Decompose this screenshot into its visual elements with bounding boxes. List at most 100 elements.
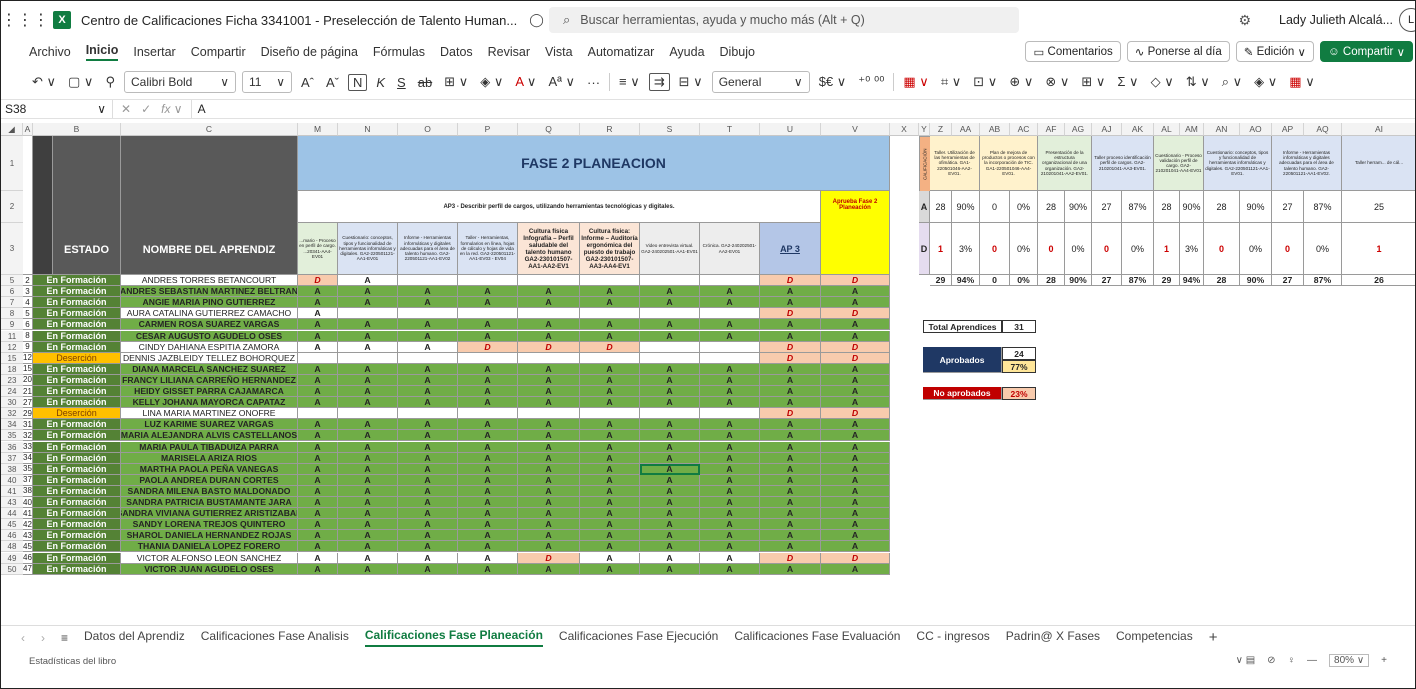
prev-sheet-icon[interactable]: ‹ <box>21 631 25 645</box>
grade-cell[interactable]: A <box>640 386 700 398</box>
grade-cell[interactable]: A <box>298 286 338 298</box>
grade-cell[interactable]: A <box>700 541 760 553</box>
grade-cell[interactable]: A <box>398 419 458 431</box>
grade-cell[interactable]: A <box>518 319 580 331</box>
estado-cell[interactable]: En Formación <box>33 497 121 509</box>
row-header[interactable]: 38 <box>1 463 23 475</box>
grade-cell[interactable]: D <box>518 552 580 564</box>
sort-icon[interactable]: ⇅ ∨ <box>1183 74 1213 90</box>
clipboard-icon[interactable]: ▢ ∨ <box>65 74 96 90</box>
fx-icon[interactable]: fx ∨ <box>161 102 182 116</box>
grade-cell[interactable]: A <box>640 319 700 331</box>
grade-cell[interactable] <box>458 408 518 420</box>
grade-cell[interactable]: A <box>398 319 458 331</box>
grade-cell[interactable] <box>518 352 580 364</box>
row-header[interactable]: 11 <box>1 330 23 342</box>
grade-cell[interactable]: A <box>298 341 338 353</box>
grade-cell[interactable]: A <box>640 430 700 442</box>
grade-cell[interactable]: A <box>518 286 580 298</box>
delete-icon[interactable]: ⊗ ∨ <box>1042 74 1072 90</box>
grade-cell[interactable] <box>580 275 640 287</box>
grade-cell[interactable]: D <box>821 408 890 420</box>
grade-cell[interactable]: A <box>821 519 890 531</box>
grade-cell[interactable] <box>700 352 760 364</box>
grade-cell[interactable]: A <box>700 386 760 398</box>
grade-cell[interactable]: A <box>398 297 458 309</box>
grade-cell[interactable]: A <box>640 297 700 309</box>
grade-cell[interactable]: A <box>398 330 458 342</box>
grade-cell[interactable]: A <box>640 552 700 564</box>
grade-cell[interactable]: A <box>580 463 640 475</box>
estado-cell[interactable]: Deserción <box>33 352 121 364</box>
format-icon[interactable]: ⊞ ∨ <box>1078 74 1108 90</box>
menu-automatizar[interactable]: Automatizar <box>588 45 655 59</box>
estado-cell[interactable]: En Formación <box>33 363 121 375</box>
column-header[interactable]: P <box>458 123 518 136</box>
grade-cell[interactable] <box>338 308 398 320</box>
catchup-button[interactable]: ∿ Ponerse al día <box>1126 41 1230 62</box>
row-header[interactable]: 15 <box>1 352 23 364</box>
grade-cell[interactable]: A <box>298 441 338 453</box>
format-painter-icon[interactable]: ⚲ <box>102 74 118 90</box>
column-header[interactable]: AA <box>952 123 980 136</box>
estado-cell[interactable]: En Formación <box>33 541 121 553</box>
grade-cell[interactable]: A <box>700 363 760 375</box>
grade-cell[interactable]: A <box>458 463 518 475</box>
grade-cell[interactable]: A <box>700 519 760 531</box>
grade-cell[interactable]: A <box>338 386 398 398</box>
bold-icon[interactable]: N <box>347 73 368 91</box>
menu-fórmulas[interactable]: Fórmulas <box>373 45 425 59</box>
estado-cell[interactable]: En Formación <box>33 474 121 486</box>
grade-cell[interactable]: A <box>338 441 398 453</box>
menu-revisar[interactable]: Revisar <box>488 45 530 59</box>
row-header[interactable]: 2 <box>1 191 23 223</box>
grade-cell[interactable]: A <box>298 308 338 320</box>
shield-icon[interactable]: ◯ <box>529 12 544 28</box>
nombre-cell[interactable]: AURA CATALINA GUTIERREZ CAMACHO <box>121 308 298 320</box>
borders-icon[interactable]: ⊞ ∨ <box>441 74 471 90</box>
grade-cell[interactable]: A <box>640 452 700 464</box>
estado-cell[interactable]: En Formación <box>33 530 121 542</box>
grade-cell[interactable]: A <box>580 452 640 464</box>
grade-cell[interactable]: A <box>700 552 760 564</box>
grade-cell[interactable]: A <box>458 297 518 309</box>
column-header[interactable]: AC <box>1010 123 1038 136</box>
find-icon[interactable]: ⌕ ∨ <box>1219 74 1245 90</box>
grade-cell[interactable]: A <box>458 430 518 442</box>
grade-cell[interactable]: A <box>821 319 890 331</box>
grade-cell[interactable]: A <box>458 397 518 409</box>
grade-cell[interactable]: A <box>338 541 398 553</box>
grade-cell[interactable]: A <box>398 508 458 520</box>
menu-diseño-de-página[interactable]: Diseño de página <box>261 45 358 59</box>
row-header[interactable]: 5 <box>1 275 23 287</box>
editing-button[interactable]: ✎ Edición ∨ <box>1235 41 1314 62</box>
grade-cell[interactable]: A <box>298 419 338 431</box>
grade-cell[interactable]: A <box>640 374 700 386</box>
grade-cell[interactable]: A <box>398 541 458 553</box>
column-header[interactable]: A <box>23 123 33 136</box>
column-header[interactable]: AK <box>1122 123 1154 136</box>
grade-cell[interactable]: A <box>760 541 821 553</box>
font-size-select[interactable]: 11 ∨ <box>241 71 292 93</box>
insert-icon[interactable]: ⊕ ∨ <box>1006 74 1036 90</box>
grade-cell[interactable]: A <box>518 330 580 342</box>
avatar[interactable]: L <box>1399 8 1415 32</box>
sheet-tab[interactable]: Calificaciones Fase Evaluación <box>734 629 900 646</box>
grade-cell[interactable]: A <box>398 341 458 353</box>
grade-cell[interactable]: D <box>760 552 821 564</box>
sheet-tab[interactable]: Competencias <box>1116 629 1193 646</box>
grade-cell[interactable]: A <box>298 530 338 542</box>
grade-cell[interactable]: D <box>298 275 338 287</box>
grade-cell[interactable] <box>298 408 338 420</box>
grade-cell[interactable]: A <box>700 297 760 309</box>
grade-cell[interactable]: A <box>458 419 518 431</box>
grade-cell[interactable]: A <box>760 463 821 475</box>
wrap-text-icon[interactable]: ⇉ <box>648 73 670 91</box>
grade-cell[interactable]: A <box>580 397 640 409</box>
grade-cell[interactable]: A <box>580 519 640 531</box>
estado-cell[interactable]: En Formación <box>33 419 121 431</box>
row-header[interactable]: 41 <box>1 485 23 497</box>
grade-cell[interactable]: A <box>580 319 640 331</box>
grade-cell[interactable] <box>580 408 640 420</box>
column-header[interactable]: Z <box>930 123 952 136</box>
